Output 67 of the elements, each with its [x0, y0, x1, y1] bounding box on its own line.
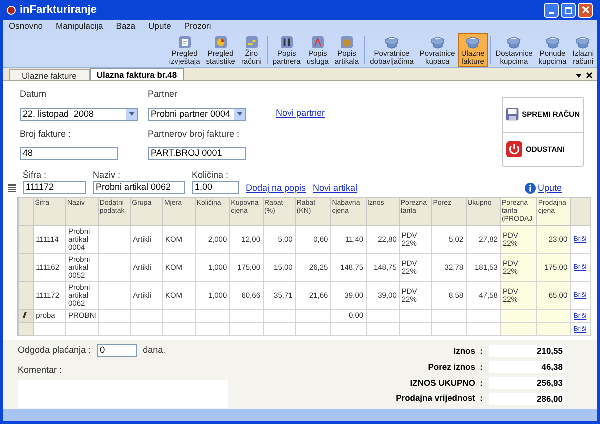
- input-field[interactable]: Probni partner 0004: [148, 108, 246, 121]
- info-icon[interactable]: [524, 183, 536, 194]
- total-label: Porez iznos :: [428, 360, 483, 374]
- link[interactable]: Novi partner: [276, 108, 326, 128]
- dropdown-button[interactable]: [234, 108, 245, 120]
- maximize-button[interactable]: [561, 2, 576, 18]
- input-field[interactable]: 0: [97, 344, 138, 358]
- field-label: Šifra :: [23, 170, 48, 181]
- dropdown-button[interactable]: [126, 108, 137, 120]
- stack-icon: [575, 35, 592, 50]
- total-label: Iznos :: [454, 345, 483, 358]
- link[interactable]: Novi artikal: [313, 183, 358, 194]
- close-icon[interactable]: [586, 72, 593, 79]
- comment-label: Komentar :: [18, 364, 64, 376]
- window-title: inFarkturiranje: [20, 2, 98, 18]
- row-header[interactable]: [18, 310, 34, 322]
- people-icon: [278, 35, 295, 50]
- menu-item[interactable]: Upute: [148, 20, 172, 33]
- total-value: 256,93: [489, 376, 565, 389]
- field-label: Partner: [148, 89, 179, 101]
- stack-icon: [544, 35, 561, 50]
- close-icon: [582, 6, 590, 14]
- input-field[interactable]: 111172: [23, 181, 86, 194]
- field-label: Naziv :: [93, 170, 122, 181]
- app-icon: [7, 6, 16, 14]
- input-field[interactable]: 22. listopad 2008: [20, 108, 138, 121]
- stack-icon: [506, 35, 522, 50]
- power-icon: [506, 140, 523, 158]
- field-label: Broj fakture :: [20, 128, 72, 141]
- input-field[interactable]: Probni artikal 0062: [93, 181, 185, 194]
- tab[interactable]: Ulazne fakture: [9, 69, 90, 80]
- dropdown-icon[interactable]: [576, 74, 582, 78]
- input-field[interactable]: 48: [20, 147, 118, 160]
- field-label: Partnerov broj fakture :: [148, 128, 241, 141]
- arrows-icon: [244, 35, 260, 50]
- total-value: 286,00: [489, 392, 565, 405]
- comment-field[interactable]: [18, 380, 228, 408]
- field-label: Količina :: [192, 170, 230, 181]
- list-icon[interactable]: [8, 184, 16, 192]
- minimize-button[interactable]: [544, 2, 559, 18]
- stack-icon: [384, 35, 400, 50]
- link[interactable]: Upute: [538, 183, 562, 194]
- close-button[interactable]: [578, 2, 593, 18]
- tab[interactable]: Ulazna faktura br.48: [90, 68, 184, 80]
- total-value: 46,38: [489, 361, 565, 374]
- link[interactable]: Dodaj na popis: [246, 183, 306, 194]
- stack-icon: [465, 35, 481, 50]
- field-label: Datum: [20, 89, 48, 101]
- menu-item[interactable]: Manipulacija: [56, 20, 104, 33]
- field-label: Odgoda plaćanja :: [18, 344, 92, 357]
- field-suffix: dana.: [143, 344, 166, 357]
- document-icon: [176, 35, 193, 50]
- caret-icon: [128, 112, 134, 116]
- menu-item[interactable]: Osnovno: [9, 20, 44, 33]
- menu-item[interactable]: Prozori: [184, 20, 212, 33]
- compass-icon: [310, 35, 326, 50]
- box-icon: [339, 35, 356, 50]
- caret-icon: [236, 112, 242, 116]
- menu-item[interactable]: Baza: [116, 20, 136, 33]
- input-field[interactable]: 1,00: [192, 181, 239, 194]
- total-label: Prodajna vrijednost :: [396, 392, 483, 405]
- stack-icon: [430, 35, 446, 50]
- total-label: IZNOS UKUPNO :: [410, 376, 483, 390]
- input-field[interactable]: PART.BROJ 0001: [148, 147, 246, 160]
- total-value: 210,55: [489, 345, 565, 358]
- pencil-icon: [22, 312, 30, 318]
- pie-chart-icon: [212, 35, 229, 50]
